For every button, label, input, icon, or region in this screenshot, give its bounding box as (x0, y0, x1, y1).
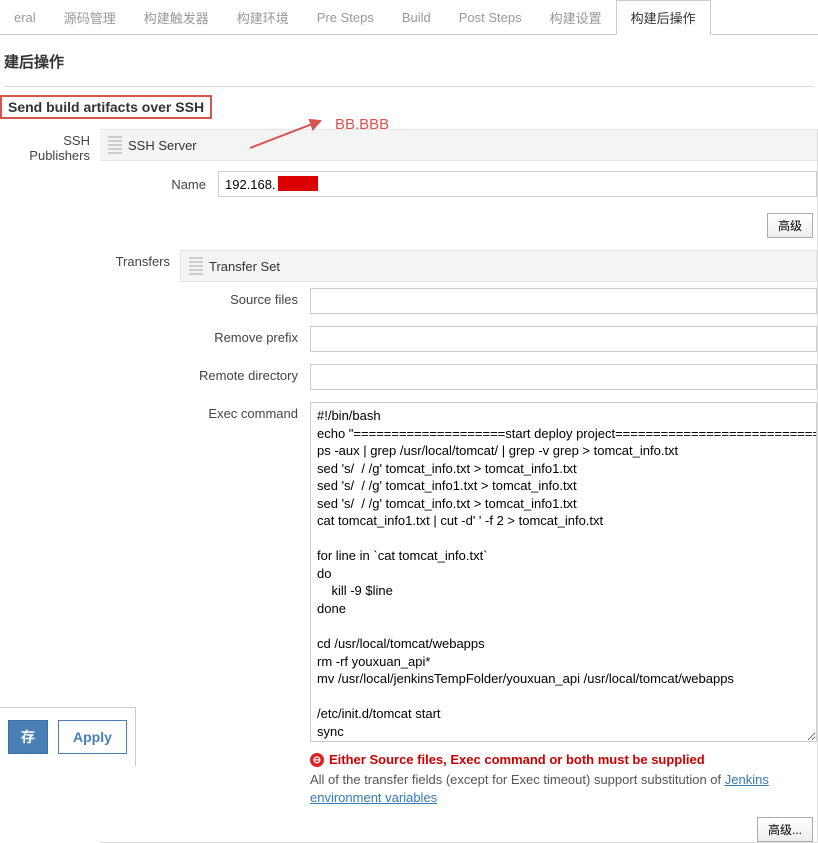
ssh-server-label: SSH Server (128, 138, 197, 153)
remove-prefix-input[interactable] (310, 326, 817, 352)
validation-error: ⊖ Either Source files, Exec command or b… (310, 748, 817, 771)
footer-buttons: 存 Apply (0, 707, 136, 766)
transfer-set-header: Transfer Set (180, 250, 817, 282)
tab-env[interactable]: 构建环境 (223, 1, 303, 34)
apply-button[interactable]: Apply (58, 720, 127, 754)
help-text: All of the transfer fields (except for E… (310, 771, 817, 813)
remote-dir-label: Remote directory (180, 364, 298, 383)
exec-command-textarea[interactable] (310, 402, 817, 742)
source-files-input[interactable] (310, 288, 817, 314)
drag-handle-icon[interactable] (108, 136, 122, 154)
remote-dir-input[interactable] (310, 364, 817, 390)
transfer-set-label: Transfer Set (209, 259, 280, 274)
tab-triggers[interactable]: 构建触发器 (130, 1, 223, 34)
tab-presteps[interactable]: Pre Steps (303, 3, 388, 32)
exec-command-label: Exec command (180, 402, 298, 421)
tab-poststeps[interactable]: Post Steps (445, 3, 536, 32)
config-tabs: eral 源码管理 构建触发器 构建环境 Pre Steps Build Pos… (0, 0, 818, 35)
ssh-server-header: SSH Server (100, 129, 817, 161)
ssh-publisher-title: Send build artifacts over SSH (0, 95, 212, 119)
tab-postbuild[interactable]: 构建后操作 (616, 0, 711, 35)
tab-scm[interactable]: 源码管理 (50, 1, 130, 34)
save-button[interactable]: 存 (8, 720, 48, 754)
drag-handle-icon[interactable] (189, 257, 203, 275)
name-label: Name (118, 177, 206, 192)
error-icon: ⊖ (310, 753, 324, 767)
remove-prefix-label: Remove prefix (180, 326, 298, 345)
tab-settings[interactable]: 构建设置 (536, 1, 616, 34)
advanced-button-transfer[interactable]: 高级... (757, 817, 813, 842)
section-heading: 建后操作 (4, 35, 814, 87)
error-text: Either Source files, Exec command or bot… (329, 752, 705, 767)
source-files-label: Source files (180, 288, 298, 307)
tab-build[interactable]: Build (388, 3, 445, 32)
advanced-button-server[interactable]: 高级 (767, 213, 813, 238)
tab-general[interactable]: eral (0, 3, 50, 32)
redacted-block (278, 176, 318, 191)
